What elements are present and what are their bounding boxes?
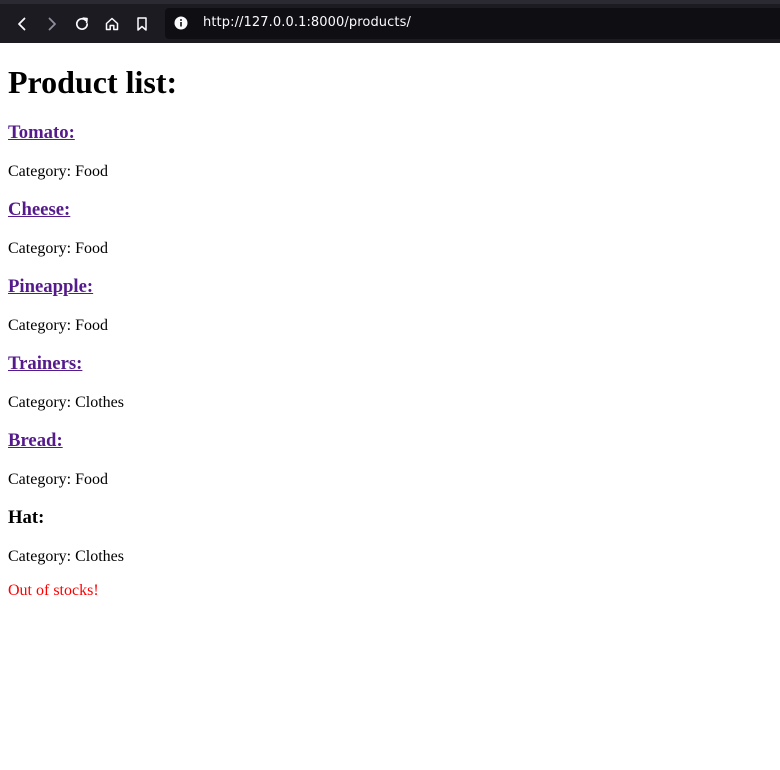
product-category: Category: Food <box>8 471 108 488</box>
product-item: Trainers: Category: Clothes <box>8 353 772 412</box>
product-item: Hat: Category: Clothes Out of stocks! <box>8 507 772 600</box>
product-heading: Pineapple: <box>8 276 772 298</box>
product-category: Category: Clothes <box>8 394 124 411</box>
product-heading: Trainers: <box>8 353 772 375</box>
forward-button[interactable] <box>39 11 65 37</box>
product-item: Tomato: Category: Food <box>8 122 772 181</box>
product-link[interactable]: Pineapple: <box>8 276 93 297</box>
product-item: Pineapple: Category: Food <box>8 276 772 335</box>
bookmark-icon <box>137 17 147 31</box>
product-category: Category: Food <box>8 163 108 180</box>
product-category: Category: Food <box>8 317 108 334</box>
home-icon <box>105 17 119 31</box>
page-title: Product list: <box>8 64 178 100</box>
product-link[interactable]: Tomato: <box>8 122 75 143</box>
product-link[interactable]: Trainers: <box>8 353 82 374</box>
url-text[interactable]: http://127.0.0.1:8000/products/ <box>203 15 411 30</box>
reload-icon <box>76 17 89 30</box>
product-link[interactable]: Cheese: <box>8 199 70 220</box>
url-bar[interactable]: http://127.0.0.1:8000/products/ <box>165 8 780 39</box>
page-content: Product list: Tomato: Category: Food Che… <box>8 43 772 600</box>
product-heading: Tomato: <box>8 122 772 144</box>
home-button[interactable] <box>99 11 125 37</box>
info-icon[interactable] <box>174 16 188 30</box>
bookmark-button[interactable] <box>129 11 155 37</box>
product-heading: Bread: <box>8 430 772 452</box>
product-heading: Hat: <box>8 507 45 528</box>
chevron-left-icon <box>18 17 26 31</box>
reload-button[interactable] <box>69 11 95 37</box>
product-link[interactable]: Bread: <box>8 430 63 451</box>
product-item: Cheese: Category: Food <box>8 199 772 258</box>
back-button[interactable] <box>9 11 35 37</box>
chevron-right-icon <box>48 17 56 31</box>
product-category: Category: Food <box>8 240 108 257</box>
out-of-stock-notice: Out of stocks! <box>8 582 99 599</box>
product-heading: Cheese: <box>8 199 772 221</box>
browser-toolbar: http://127.0.0.1:8000/products/ <box>0 0 780 43</box>
product-item: Bread: Category: Food <box>8 430 772 489</box>
product-category: Category: Clothes <box>8 548 124 565</box>
